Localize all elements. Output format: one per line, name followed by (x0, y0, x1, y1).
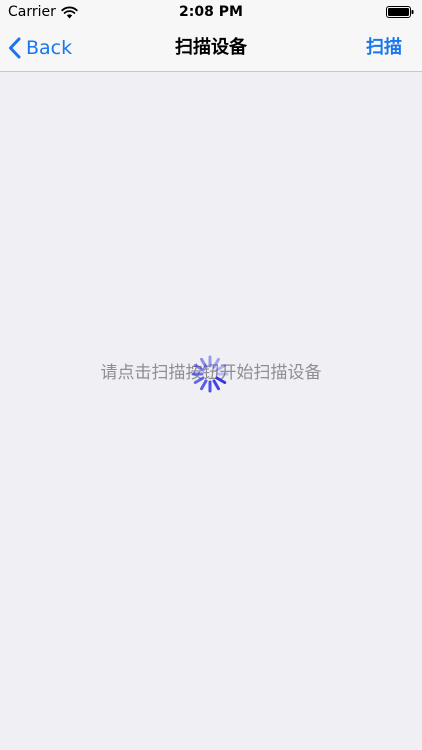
spinner-spoke (193, 376, 205, 384)
spinner-spoke (200, 379, 208, 391)
navigation-bar: Back 扫描设备 扫描 (0, 24, 422, 72)
page-title: 扫描设备 (175, 37, 247, 58)
spinner-spoke (215, 364, 227, 372)
spinner-spoke (212, 379, 220, 391)
scan-button[interactable]: 扫描 (366, 24, 402, 71)
battery-icon (386, 6, 414, 18)
activity-spinner-icon (191, 355, 229, 393)
spinner-spoke (212, 357, 220, 369)
back-button[interactable]: Back (8, 24, 72, 71)
main-content: 请点击扫描按钮开始扫描设备 (0, 72, 422, 750)
spinner-spoke (200, 357, 208, 369)
status-time: 2:08 PM (179, 4, 243, 20)
spinner-spoke (215, 376, 227, 384)
back-label: Back (26, 36, 73, 59)
status-bar: Carrier 2:08 PM (0, 0, 422, 24)
spinner-spoke (193, 364, 205, 372)
chevron-left-icon (8, 37, 21, 59)
